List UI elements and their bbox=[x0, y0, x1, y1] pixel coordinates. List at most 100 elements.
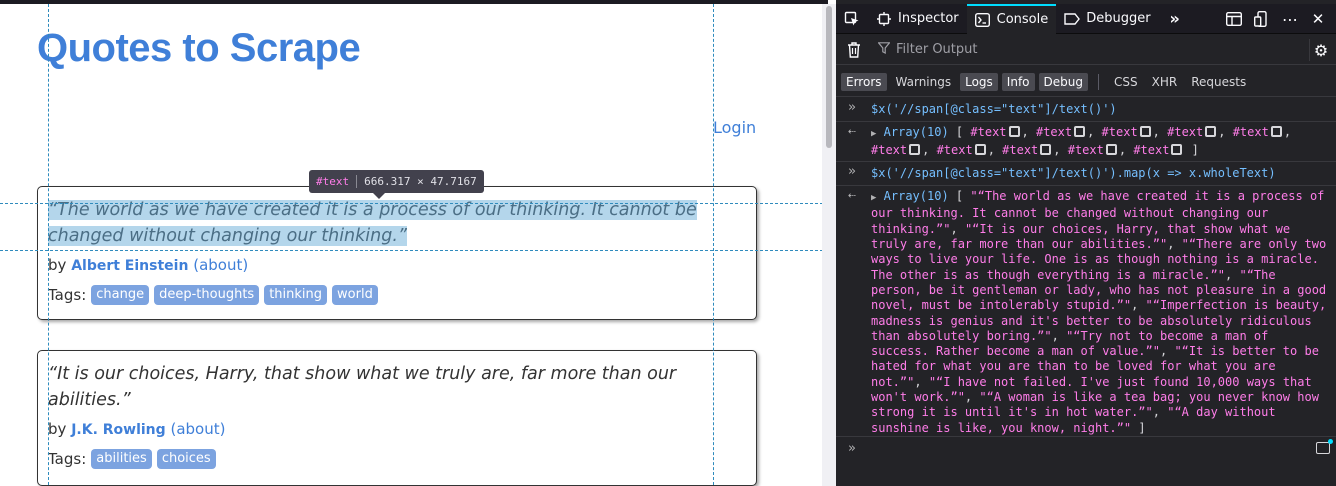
tags-line: Tags: change deep-thoughts thinking worl… bbox=[48, 285, 746, 305]
text-node-item[interactable]: #text bbox=[1233, 125, 1269, 139]
category-info[interactable]: Info bbox=[1001, 72, 1035, 91]
inspect-node-icon[interactable] bbox=[1205, 126, 1217, 138]
text-node-item[interactable]: #text bbox=[937, 143, 973, 157]
double-chevron-right-icon: » bbox=[1169, 9, 1180, 28]
filter-output-input[interactable]: Filter Output bbox=[877, 41, 978, 58]
trash-icon[interactable] bbox=[846, 42, 862, 58]
filter-placeholder: Filter Output bbox=[896, 42, 978, 57]
inspect-node-icon[interactable] bbox=[1105, 143, 1117, 155]
comma: , bbox=[1118, 142, 1134, 157]
console-input-text[interactable]: $x('//span[@class="text"]/text()').map(x… bbox=[871, 166, 1276, 180]
text-node-item[interactable]: #text bbox=[970, 125, 1006, 139]
infobar-separator bbox=[356, 175, 358, 188]
comma: , bbox=[1218, 125, 1233, 140]
site-title[interactable]: Quotes to Scrape bbox=[37, 26, 361, 71]
text-node-item[interactable]: #text bbox=[1133, 143, 1169, 157]
comma: , bbox=[914, 374, 929, 389]
array-label[interactable]: Array(10) bbox=[884, 125, 949, 139]
text-node-item[interactable]: #text bbox=[871, 143, 907, 157]
text-node-item[interactable]: #text bbox=[1102, 125, 1138, 139]
comma: , bbox=[1167, 237, 1182, 252]
filterbar-divider bbox=[1309, 39, 1310, 61]
inspect-node-icon[interactable] bbox=[1074, 126, 1086, 138]
expand-triangle-icon[interactable]: ▶ bbox=[871, 193, 876, 203]
inspect-node-icon[interactable] bbox=[1171, 143, 1183, 155]
gear-icon[interactable]: ⚙ bbox=[1313, 41, 1329, 60]
comma: , bbox=[964, 390, 980, 405]
devtools-panel: Inspector Console Debugger » ⋯ ✕ Filter … bbox=[836, 0, 1336, 486]
notification-dot bbox=[1328, 439, 1333, 444]
quote-text: “It is our choices, Harry, that show wha… bbox=[48, 364, 677, 410]
expand-triangle-icon[interactable]: ▶ bbox=[871, 129, 876, 139]
inspect-node-icon[interactable] bbox=[974, 143, 986, 155]
tag-link[interactable]: world bbox=[332, 285, 378, 305]
by-label: by bbox=[48, 256, 67, 274]
quote-byline: by Albert Einstein (about) bbox=[48, 254, 746, 277]
category-xhr[interactable]: XHR bbox=[1147, 73, 1183, 91]
sidebar-toggle-icon[interactable] bbox=[1316, 442, 1330, 454]
console-input-row: » $x('//span[@class="text"]/text()') bbox=[836, 98, 1336, 123]
console-input-row: » $x('//span[@class="text"]/text()').map… bbox=[836, 162, 1336, 187]
tag-link[interactable]: deep-thoughts bbox=[154, 285, 260, 305]
inspect-node-icon[interactable] bbox=[1270, 126, 1282, 138]
infobar-node-name: #text bbox=[316, 175, 350, 188]
text-node-item[interactable]: #text bbox=[1002, 143, 1038, 157]
tags-line: Tags: abilities choices bbox=[48, 449, 746, 469]
console-input-text[interactable]: $x('//span[@class="text"]/text()') bbox=[871, 102, 1117, 116]
kebab-menu-icon[interactable]: ⋯ bbox=[1282, 10, 1298, 29]
scrollbar-thumb[interactable] bbox=[826, 6, 832, 148]
category-logs[interactable]: Logs bbox=[960, 72, 998, 91]
about-link[interactable]: (about) bbox=[170, 420, 225, 438]
element-picker-button[interactable] bbox=[836, 4, 868, 34]
inspect-node-icon[interactable] bbox=[1040, 143, 1052, 155]
tag-link[interactable]: choices bbox=[156, 449, 216, 469]
category-debug[interactable]: Debug bbox=[1038, 72, 1088, 91]
comma: , bbox=[1225, 267, 1240, 282]
console-result-row: ⇠ ▶ Array(10) [ #text, #text, #text, #te… bbox=[836, 122, 1336, 162]
tag-link[interactable]: thinking bbox=[264, 285, 328, 305]
comma: , bbox=[950, 221, 965, 236]
comma: , bbox=[1152, 125, 1168, 140]
category-requests[interactable]: Requests bbox=[1186, 73, 1251, 91]
tab-inspector[interactable]: Inspector bbox=[868, 4, 967, 34]
bracket-close: ] bbox=[1138, 420, 1146, 435]
page-scrollbar[interactable] bbox=[822, 4, 836, 486]
console-filter-bar: Filter Output ⚙ bbox=[836, 35, 1336, 65]
text-node-item[interactable]: #text bbox=[1068, 143, 1104, 157]
toggle-split-console-icon[interactable] bbox=[1226, 11, 1242, 27]
close-icon[interactable]: ✕ bbox=[1310, 10, 1326, 28]
web-page: Quotes to Scrape Login “The world as we … bbox=[0, 0, 828, 486]
inspect-node-icon[interactable] bbox=[1139, 126, 1151, 138]
tab-debugger[interactable]: Debugger bbox=[1056, 4, 1158, 34]
more-tools-button[interactable]: » bbox=[1159, 4, 1191, 34]
comma: , bbox=[987, 142, 1003, 157]
login-link[interactable]: Login bbox=[713, 118, 756, 137]
comma: , bbox=[922, 142, 937, 157]
bracket-open: [ bbox=[955, 125, 964, 140]
input-chevron-icon: » bbox=[848, 100, 856, 115]
debugger-icon bbox=[1064, 11, 1081, 27]
highlighter-guide bbox=[48, 4, 49, 486]
about-link[interactable]: (about) bbox=[193, 256, 248, 274]
inspector-icon bbox=[876, 11, 892, 27]
tag-link[interactable]: abilities bbox=[91, 449, 152, 469]
category-css[interactable]: CSS bbox=[1109, 73, 1143, 91]
array-items: "“The world as we have created it is a p… bbox=[871, 189, 1326, 434]
tab-console[interactable]: Console bbox=[966, 3, 1057, 34]
category-errors[interactable]: Errors bbox=[841, 72, 887, 91]
inspect-node-icon[interactable] bbox=[1008, 126, 1020, 138]
highlighter-guide bbox=[713, 4, 714, 486]
tab-label: Inspector bbox=[898, 11, 959, 26]
picker-icon bbox=[844, 11, 860, 27]
text-node-item[interactable]: #text bbox=[1167, 125, 1203, 139]
array-label[interactable]: Array(10) bbox=[884, 189, 949, 203]
category-warnings[interactable]: Warnings bbox=[891, 73, 957, 91]
tag-link[interactable]: change bbox=[91, 285, 150, 305]
comma: , bbox=[1159, 344, 1175, 359]
text-node-item[interactable]: #text bbox=[1036, 125, 1072, 139]
responsive-design-icon[interactable] bbox=[1254, 11, 1270, 27]
highlighter-infobar: #text 666.317 × 47.7167 bbox=[309, 170, 484, 193]
comma: , bbox=[1021, 125, 1036, 140]
inspect-node-icon[interactable] bbox=[909, 143, 921, 155]
console-prompt[interactable]: » bbox=[836, 436, 1336, 486]
